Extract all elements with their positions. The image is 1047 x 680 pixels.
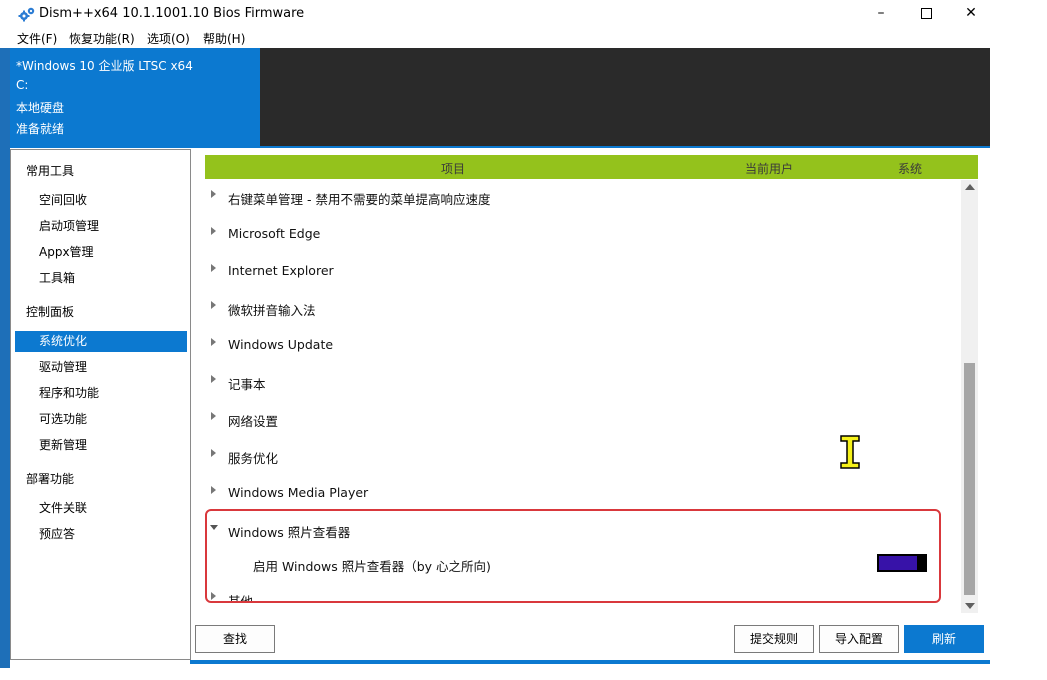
sidebar-group-deployment: 部署功能 xyxy=(26,472,75,486)
table-header: 项目 当前用户 系统 xyxy=(205,155,978,179)
menu-bar: 文件(F) 恢复功能(R) 选项(O) 帮助(H) xyxy=(0,27,990,48)
gears-icon xyxy=(18,7,35,22)
submit-rules-button[interactable]: 提交规则 xyxy=(734,625,814,653)
expand-arrow-icon[interactable] xyxy=(211,190,216,198)
sidebar-item-updates[interactable]: 更新管理 xyxy=(15,435,187,456)
header-dark-panel xyxy=(260,48,990,148)
expand-arrow-icon[interactable] xyxy=(211,227,216,235)
scroll-up-icon[interactable] xyxy=(965,184,975,190)
menu-recovery[interactable]: 恢复功能(R) xyxy=(69,30,135,47)
tree-row-label: 网络设置 xyxy=(228,414,279,429)
column-header-item[interactable]: 项目 xyxy=(441,160,465,177)
close-button[interactable]: ✕ xyxy=(948,0,994,27)
expand-arrow-icon[interactable] xyxy=(211,338,216,346)
left-edge-strip xyxy=(0,48,10,668)
sidebar: 常用工具 空间回收 启动项管理 Appx管理 工具箱 控制面板 系统优化 驱动管… xyxy=(10,149,191,660)
tree-row-label: Windows Update xyxy=(228,337,334,352)
sidebar-item-startup[interactable]: 启动项管理 xyxy=(15,216,187,237)
sidebar-item-toolbox[interactable]: 工具箱 xyxy=(15,268,187,289)
expand-arrow-icon[interactable] xyxy=(211,264,216,272)
sidebar-item-programs[interactable]: 程序和功能 xyxy=(15,383,187,404)
expand-arrow-icon[interactable] xyxy=(211,301,216,309)
sidebar-item-file-association[interactable]: 文件关联 xyxy=(15,498,187,519)
expand-arrow-icon[interactable] xyxy=(211,486,216,494)
tree-row-media-player[interactable]: Windows Media Player xyxy=(205,474,960,511)
system-info-panel[interactable]: *Windows 10 企业版 LTSC x64 C: 本地硬盘 准备就绪 xyxy=(10,48,260,148)
scroll-down-icon[interactable] xyxy=(965,603,975,609)
sidebar-item-optional-features[interactable]: 可选功能 xyxy=(15,409,187,430)
find-button[interactable]: 查找 xyxy=(195,625,275,653)
window-title: Dism++x64 10.1.1001.10 Bios Firmware xyxy=(39,6,305,21)
sidebar-item-appx[interactable]: Appx管理 xyxy=(15,242,187,263)
sidebar-item-space-recovery[interactable]: 空间回收 xyxy=(15,190,187,211)
sidebar-item-drivers[interactable]: 驱动管理 xyxy=(15,357,187,378)
tree-row-label: Internet Explorer xyxy=(228,263,334,278)
minimize-button[interactable]: – xyxy=(858,0,904,27)
tree-row-ie[interactable]: Internet Explorer xyxy=(205,252,960,289)
tree-row-network[interactable]: 网络设置 xyxy=(205,400,960,437)
expand-arrow-icon[interactable] xyxy=(211,449,216,457)
tree-row-context-menu[interactable]: 右键菜单管理 - 禁用不需要的菜单提高响应速度 xyxy=(205,178,960,215)
menu-file[interactable]: 文件(F) xyxy=(17,30,57,47)
sidebar-group-common-tools: 常用工具 xyxy=(26,164,75,178)
import-config-button[interactable]: 导入配置 xyxy=(819,625,899,653)
expand-arrow-icon[interactable] xyxy=(211,412,216,420)
tree-row-label: Windows Media Player xyxy=(228,485,369,500)
scrollbar-thumb[interactable] xyxy=(964,363,975,595)
refresh-button[interactable]: 刷新 xyxy=(904,625,984,653)
os-label: *Windows 10 企业版 LTSC x64 xyxy=(16,59,193,73)
drive-label: C: xyxy=(16,78,29,92)
highlight-annotation xyxy=(205,509,941,603)
menu-options[interactable]: 选项(O) xyxy=(147,30,190,47)
tree-row-windows-update[interactable]: Windows Update xyxy=(205,326,960,363)
tree-row-pinyin[interactable]: 微软拼音输入法 xyxy=(205,289,960,326)
tree-row-notepad[interactable]: 记事本 xyxy=(205,363,960,400)
tree-row-label: 服务优化 xyxy=(228,451,279,466)
bottom-accent-line xyxy=(190,660,990,664)
main-window: Dism++x64 10.1.1001.10 Bios Firmware – ✕… xyxy=(0,0,990,668)
column-header-current-user[interactable]: 当前用户 xyxy=(745,160,793,177)
tree-row-label: 微软拼音输入法 xyxy=(228,303,316,318)
text-cursor-icon xyxy=(840,435,860,469)
maximize-button[interactable] xyxy=(903,0,949,27)
tree-row-label: 右键菜单管理 - 禁用不需要的菜单提高响应速度 xyxy=(228,192,491,207)
tree-row-edge[interactable]: Microsoft Edge xyxy=(205,215,960,252)
expand-arrow-icon[interactable] xyxy=(211,375,216,383)
sidebar-item-system-optimization[interactable]: 系统优化 xyxy=(15,331,187,352)
column-header-system[interactable]: 系统 xyxy=(898,160,922,177)
tree-row-label: 记事本 xyxy=(228,377,266,392)
sidebar-item-answer-file[interactable]: 预应答 xyxy=(15,524,187,545)
vertical-scrollbar[interactable] xyxy=(961,180,978,613)
tree-row-label: Microsoft Edge xyxy=(228,226,321,241)
status-label: 准备就绪 xyxy=(16,122,65,136)
disk-type-label: 本地硬盘 xyxy=(16,101,65,115)
header-divider xyxy=(190,146,990,148)
sidebar-group-control-panel: 控制面板 xyxy=(26,305,75,319)
maximize-icon xyxy=(920,7,932,19)
menu-help[interactable]: 帮助(H) xyxy=(203,30,245,47)
title-bar: Dism++x64 10.1.1001.10 Bios Firmware – ✕ xyxy=(0,0,990,27)
